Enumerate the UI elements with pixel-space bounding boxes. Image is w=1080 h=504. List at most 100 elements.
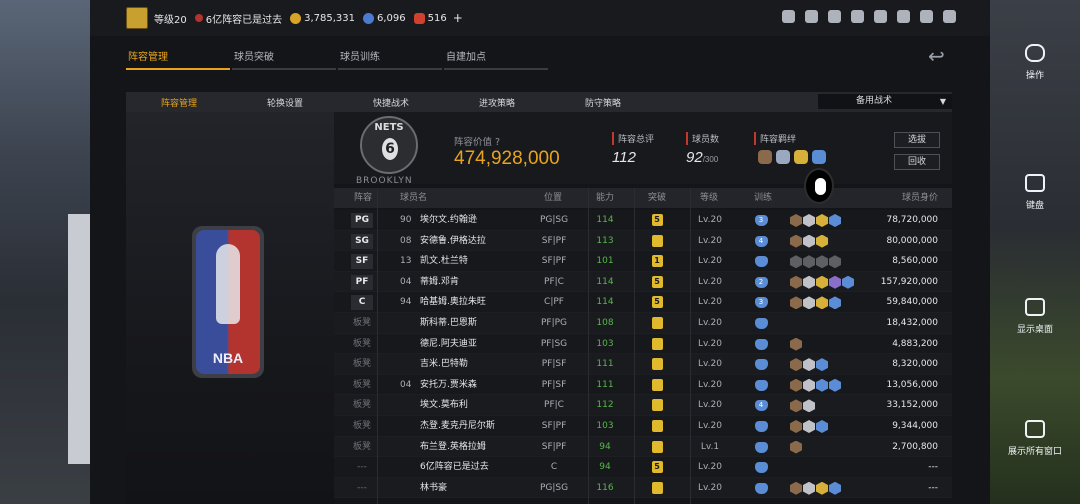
skill-chips — [790, 255, 841, 269]
subtab-offense[interactable]: 进攻策略 — [444, 96, 550, 109]
background-window-strip — [68, 214, 90, 464]
table-row[interactable]: 板凳 04 安托万.贾米森 PF|SF 111 Lv.20 13,056,000 — [334, 374, 952, 396]
break-cell — [646, 395, 668, 416]
table-row[interactable]: 板凳 埃文.莫布利 PF|C 112 Lv.20 4 33,152,000 — [334, 395, 952, 416]
table-row[interactable]: SF 13 凯文.杜兰特 SF|PF 101 1 Lv.20 8,560,000 — [334, 251, 952, 272]
break-star-icon — [651, 399, 663, 412]
player-salary: 78,720,000 — [886, 215, 938, 225]
player-name[interactable]: 哈基姆.奥拉朱旺 — [420, 292, 486, 313]
skill-chip-icon — [829, 255, 841, 269]
subtab-defense[interactable]: 防守策略 — [550, 96, 656, 109]
bell-icon[interactable] — [805, 10, 818, 23]
bond-label: 阵容羁绊 — [754, 132, 796, 145]
player-name[interactable]: 蒂姆.邓肯 — [420, 272, 459, 293]
player-level: Lv.20 — [698, 379, 722, 390]
break-star-icon: 5 — [651, 214, 663, 226]
friends-icon[interactable] — [828, 10, 841, 23]
tab-custom-points[interactable]: 自建加点 — [444, 42, 548, 70]
slot-label: 板凳 — [352, 420, 371, 431]
table-row[interactable]: 板凳 杰登.麦克丹尼尔斯 SF|PF 103 Lv.20 9,344,000 — [334, 415, 952, 437]
video-icon[interactable] — [851, 10, 864, 23]
table-row[interactable]: --- 6亿阵容已是过去 C 94 5 Lv.20 --- — [334, 457, 952, 478]
skill-chip-icon — [816, 419, 828, 433]
player-salary: 157,920,000 — [880, 276, 938, 287]
table-row[interactable]: 板凳 布兰登.英格拉姆 SF|PF 94 Lv.1 2,700,800 — [334, 436, 952, 458]
table-row[interactable]: 板凳 德尼.阿夫迪亚 PF|SG 103 Lv.20 4,883,200 — [334, 333, 952, 355]
skill-chips — [790, 440, 802, 454]
bond-gold-icon[interactable] — [794, 150, 808, 164]
player-name[interactable]: 德尼.阿夫迪亚 — [420, 334, 477, 355]
player-name[interactable]: 凯文.杜兰特 — [420, 251, 468, 272]
table-header: 阵容 球员名 位置 能力 突破 等级 训练 球员身价 — [334, 188, 952, 208]
skill-chip-icon — [829, 214, 841, 227]
player-position: SF|PF — [541, 235, 567, 246]
side-toolbar-operate[interactable]: 操作 — [990, 44, 1080, 81]
table-row[interactable]: C 94 哈基姆.奥拉朱旺 C|PF 114 5 Lv.20 3 59,840,… — [334, 292, 952, 313]
jersey-number: 08 — [400, 235, 412, 246]
player-name[interactable]: 吉米.巴特勒 — [420, 354, 468, 375]
player-name[interactable]: 林书豪 — [420, 478, 447, 499]
skill-chip-icon — [790, 358, 802, 372]
help-icon[interactable]: ? — [495, 137, 500, 148]
player-name[interactable]: 埃尔文.约翰逊 — [420, 210, 477, 231]
player-name[interactable]: 安德鲁.伊格达拉 — [420, 231, 486, 252]
headset-icon[interactable] — [920, 10, 933, 23]
table-row[interactable]: PF 04 蒂姆.邓肯 PF|C 114 5 Lv.20 2 157,920,0… — [334, 271, 952, 293]
subtab-quick-tactics[interactable]: 快捷战术 — [338, 96, 444, 109]
slot-label: 板凳 — [352, 338, 371, 349]
bond-bronze-icon[interactable] — [758, 150, 772, 164]
side-toolbar-keyboard[interactable]: 键盘 — [990, 174, 1080, 211]
exit-icon[interactable] — [943, 10, 956, 23]
table-row[interactable]: --- 林书豪 PG|SG 116 Lv.20 --- — [334, 477, 952, 499]
player-ability: 111 — [596, 359, 614, 370]
subtab-lineup[interactable]: 阵容管理 — [126, 96, 232, 109]
player-level: Lv.20 — [698, 256, 722, 267]
slot-cell: 板凳 — [350, 395, 374, 416]
bond-blue-icon[interactable] — [812, 150, 826, 164]
tab-training[interactable]: 球员训练 — [338, 42, 442, 70]
player-name[interactable]: 斯科蒂.巴恩斯 — [420, 313, 477, 334]
shield-icon[interactable] — [897, 10, 910, 23]
coin-icon — [290, 12, 302, 24]
break-star-icon — [651, 337, 663, 350]
skill-chip-icon — [803, 481, 815, 495]
table-row[interactable]: SG 08 安德鲁.伊格达拉 SF|PF 113 Lv.20 4 80,000,… — [334, 230, 952, 252]
subtab-rotation[interactable]: 轮换设置 — [232, 96, 338, 109]
back-icon[interactable]: ↩ — [928, 44, 945, 68]
player-position: PF|SF — [541, 379, 567, 390]
avatar[interactable] — [126, 7, 148, 29]
break-cell — [646, 437, 668, 458]
table-row[interactable]: 板凳 吉米.巴特勒 PF|SF 111 Lv.20 8,320,000 — [334, 354, 952, 375]
count-value: 92 — [686, 149, 703, 166]
training-icon: 4 — [754, 400, 768, 412]
skill-chips — [790, 234, 828, 248]
add-currency-button[interactable]: + — [453, 11, 463, 25]
player-position: PG|SG — [539, 215, 569, 225]
side-toolbar-desktop[interactable]: 显示桌面 — [990, 298, 1080, 335]
player-name[interactable]: 6亿阵容已是过去 — [420, 457, 489, 478]
bench-tactics-dropdown[interactable]: 备用战术 ▼ — [818, 94, 952, 109]
break-cell: 5 — [646, 292, 668, 313]
keyboard-label: 键盘 — [1025, 201, 1044, 211]
side-toolbar-windows[interactable]: 展示所有窗口 — [990, 420, 1080, 457]
skill-chip-icon — [803, 275, 815, 289]
skill-chips — [790, 296, 841, 310]
count-max: /300 — [702, 155, 719, 164]
training-cell: 4 — [754, 395, 768, 416]
skill-chip-icon — [829, 296, 841, 310]
recycle-button[interactable]: 回收 — [894, 154, 940, 170]
player-name[interactable]: 布兰登.英格拉姆 — [420, 437, 486, 458]
select-button[interactable]: 选拔 — [894, 132, 940, 148]
player-name[interactable]: 安托万.贾米森 — [420, 375, 477, 396]
slot-badge: SF — [351, 254, 373, 270]
user-icon[interactable] — [782, 10, 795, 23]
player-name[interactable]: 埃文.莫布利 — [420, 395, 468, 416]
player-salary: 2,700,800 — [892, 441, 938, 452]
bond-silver-icon[interactable] — [776, 150, 790, 164]
tab-lineup[interactable]: 阵容管理 — [126, 42, 230, 70]
player-name[interactable]: 杰登.麦克丹尼尔斯 — [420, 416, 495, 437]
settings-icon[interactable] — [874, 10, 887, 23]
tab-breakthrough[interactable]: 球员突破 — [232, 42, 336, 70]
table-row[interactable]: PG 90 埃尔文.约翰逊 PG|SG 114 5 Lv.20 3 78,720… — [334, 210, 952, 231]
table-row[interactable]: 板凳 斯科蒂.巴恩斯 PF|PG 108 Lv.20 18,432,000 — [334, 312, 952, 334]
